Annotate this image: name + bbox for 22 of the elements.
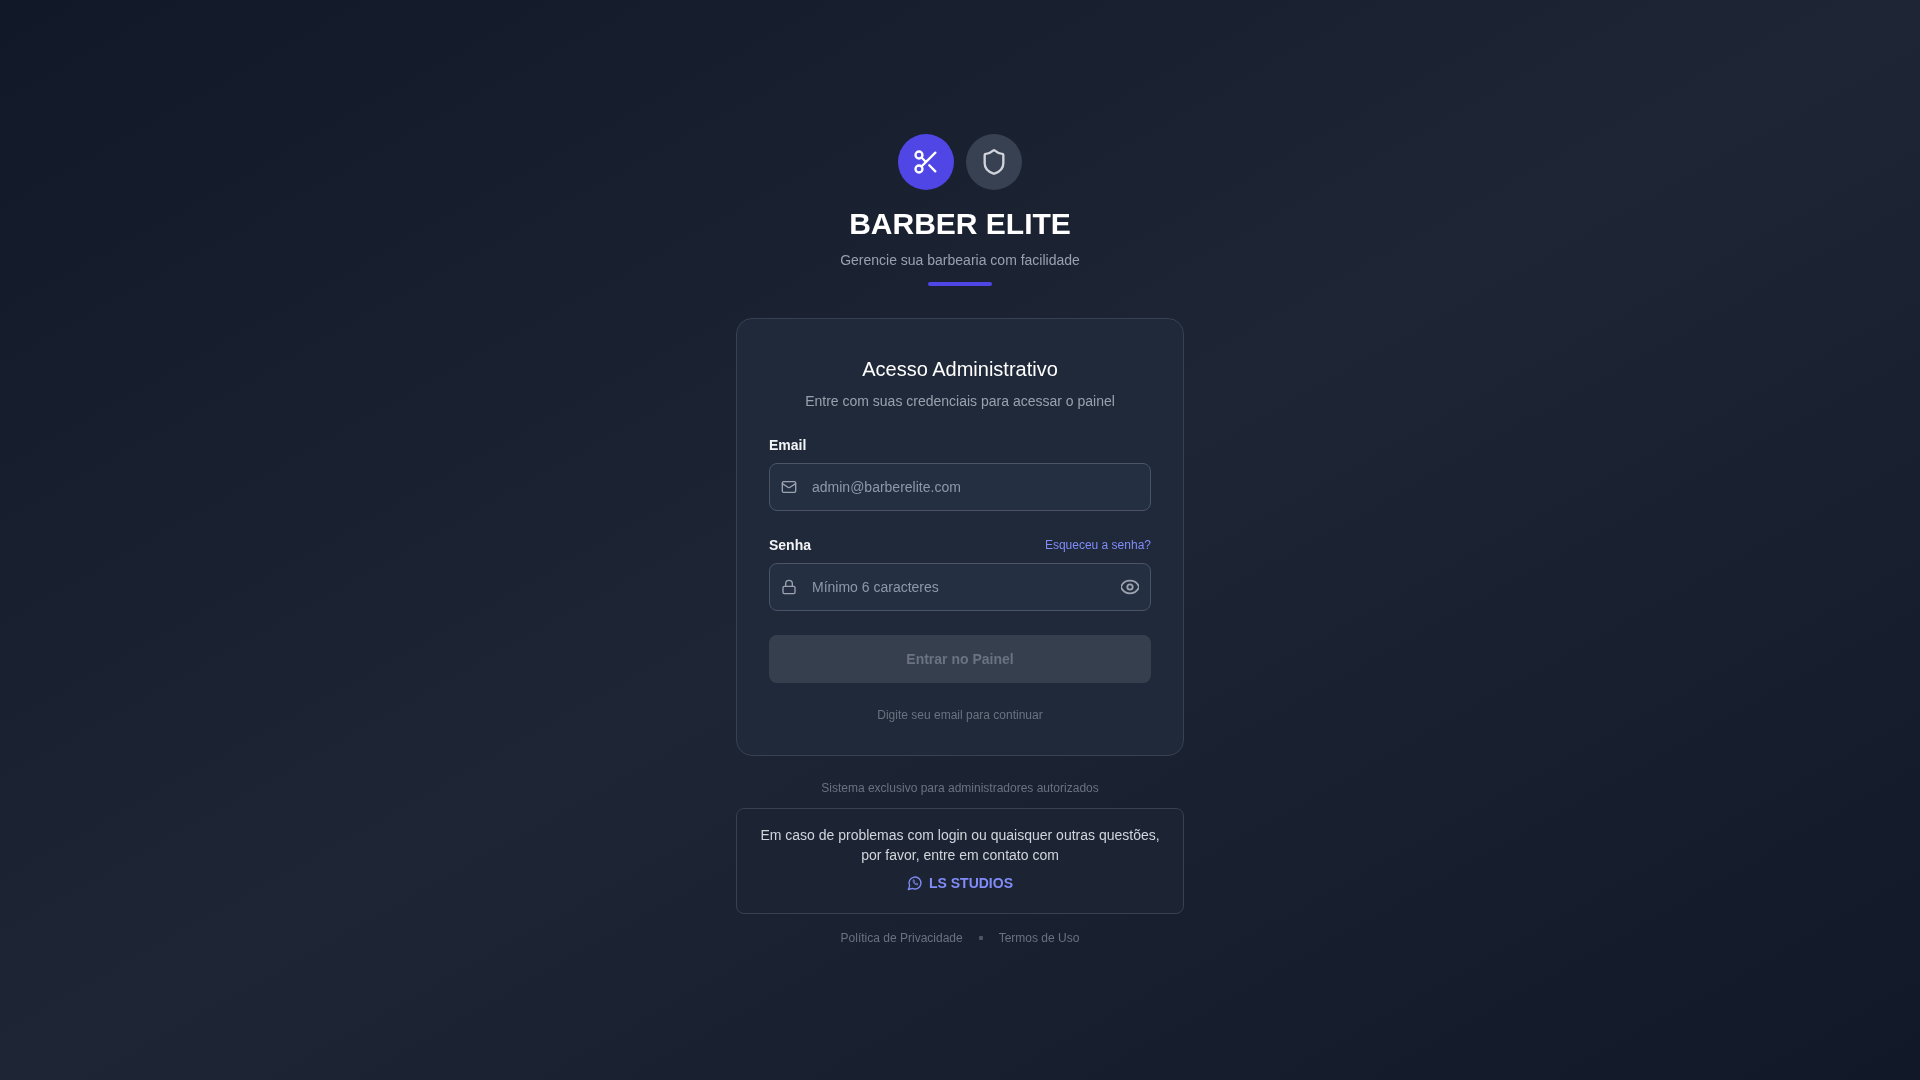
forgot-password-link[interactable]: Esqueceu a senha? <box>1044 537 1151 553</box>
scissors-icon <box>898 134 954 190</box>
accent-bar <box>928 282 992 286</box>
password-field[interactable]: Mínimo 6 caracteres <box>769 563 1151 611</box>
footer-link[interactable]: Termos de Uso <box>998 930 1080 946</box>
hint-text: Digite seu email para continuar <box>876 707 1044 723</box>
brand-title: BARBER ELITE <box>849 206 1071 242</box>
shield-icon <box>966 134 1022 190</box>
brand-subtitle: Gerencie sua barbearia com facilidade <box>840 251 1080 270</box>
field-label: Email <box>769 436 807 455</box>
eye-icon[interactable] <box>1121 578 1139 596</box>
notice-text: Sistema exclusivo para administradores autorizados <box>821 780 1099 796</box>
footer-link[interactable]: Política de Privacidade <box>840 930 963 946</box>
field-label: Senha <box>769 536 811 555</box>
card-title: Acesso Administrativo <box>861 357 1059 382</box>
card-subtitle: Entre com suas credenciais para acessar o painel <box>804 392 1116 411</box>
email-field[interactable]: admin@barberelite.com <box>769 463 1151 511</box>
chat-bubble-phone-icon <box>907 875 923 891</box>
contact-link[interactable]: LS STUDIOS <box>907 873 1013 893</box>
mail-icon <box>781 479 797 495</box>
lock-icon <box>781 579 797 595</box>
contact-text: Em caso de problemas com login ou quaisquer outras questões, por favor, entre em contato com <box>759 826 1161 865</box>
